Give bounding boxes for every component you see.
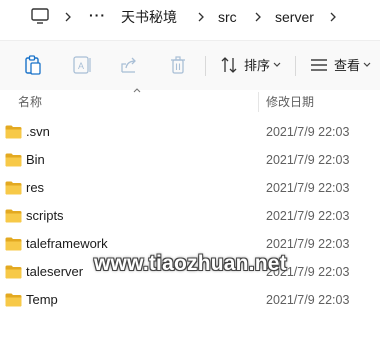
- breadcrumb-item-server[interactable]: server: [275, 7, 314, 27]
- ellipsis-icon[interactable]: ···: [89, 5, 106, 25]
- file-modified-date: 2021/7/9 22:03: [266, 181, 350, 195]
- chevron-right-icon[interactable]: [196, 8, 206, 26]
- file-modified-date: 2021/7/9 22:03: [266, 293, 350, 307]
- watermark: www.tiaozhuan.net: [94, 252, 287, 275]
- column-separator[interactable]: [258, 92, 259, 112]
- sort-button[interactable]: 排序: [244, 56, 270, 76]
- view-list-icon[interactable]: [308, 54, 330, 76]
- file-name: Temp: [26, 292, 58, 307]
- file-modified-date: 2021/7/9 22:03: [266, 237, 350, 251]
- view-button[interactable]: 查看: [334, 56, 360, 76]
- list-item[interactable]: Temp 2021/7/9 22:03: [0, 286, 380, 314]
- column-header-name[interactable]: 名称: [18, 94, 42, 110]
- file-modified-date: 2021/7/9 22:03: [266, 153, 350, 167]
- monitor-icon[interactable]: [30, 6, 50, 26]
- column-header-modified[interactable]: 修改日期: [266, 94, 314, 110]
- folder-icon: [5, 293, 22, 307]
- rename-icon[interactable]: A: [71, 54, 93, 76]
- file-list: .svn 2021/7/9 22:03 Bin 2021/7/9 22:03 r…: [0, 118, 380, 314]
- address-bar[interactable]: ··· 天书秘境 src server: [0, 0, 380, 36]
- chevron-right-icon[interactable]: [63, 8, 73, 26]
- file-name: res: [26, 180, 45, 195]
- chevron-down-icon[interactable]: [272, 59, 282, 71]
- sort-ascending-icon: [133, 88, 141, 93]
- breadcrumb-item-tianshu[interactable]: 天书秘境: [121, 7, 177, 27]
- svg-text:A: A: [78, 61, 84, 71]
- folder-icon: [5, 237, 22, 251]
- chevron-right-icon[interactable]: [253, 8, 263, 26]
- file-name: taleframework: [26, 236, 108, 251]
- breadcrumb-item-src[interactable]: src: [218, 7, 237, 27]
- file-name: taleserver: [26, 264, 84, 279]
- paste-icon[interactable]: [22, 54, 44, 76]
- column-header-row: 名称 修改日期: [0, 88, 380, 114]
- chevron-right-icon[interactable]: [328, 8, 338, 26]
- file-name: Bin: [26, 152, 45, 167]
- folder-icon: [5, 265, 22, 279]
- toolbar-divider: [295, 56, 296, 76]
- folder-icon: [5, 125, 22, 139]
- list-item[interactable]: Bin 2021/7/9 22:03: [0, 146, 380, 174]
- folder-icon: [5, 181, 22, 195]
- file-name: scripts: [26, 208, 64, 223]
- list-item[interactable]: .svn 2021/7/9 22:03: [0, 118, 380, 146]
- list-item[interactable]: res 2021/7/9 22:03: [0, 174, 380, 202]
- command-bar: A 排序 查看: [0, 40, 380, 92]
- file-name: .svn: [26, 124, 50, 139]
- file-modified-date: 2021/7/9 22:03: [266, 125, 350, 139]
- folder-icon: [5, 153, 22, 167]
- chevron-down-icon[interactable]: [362, 59, 372, 71]
- share-icon[interactable]: [118, 54, 140, 76]
- file-modified-date: 2021/7/9 22:03: [266, 209, 350, 223]
- sort-icon[interactable]: [218, 54, 240, 76]
- delete-icon[interactable]: [167, 54, 189, 76]
- toolbar-divider: [205, 56, 206, 76]
- list-item[interactable]: scripts 2021/7/9 22:03: [0, 202, 380, 230]
- folder-icon: [5, 209, 22, 223]
